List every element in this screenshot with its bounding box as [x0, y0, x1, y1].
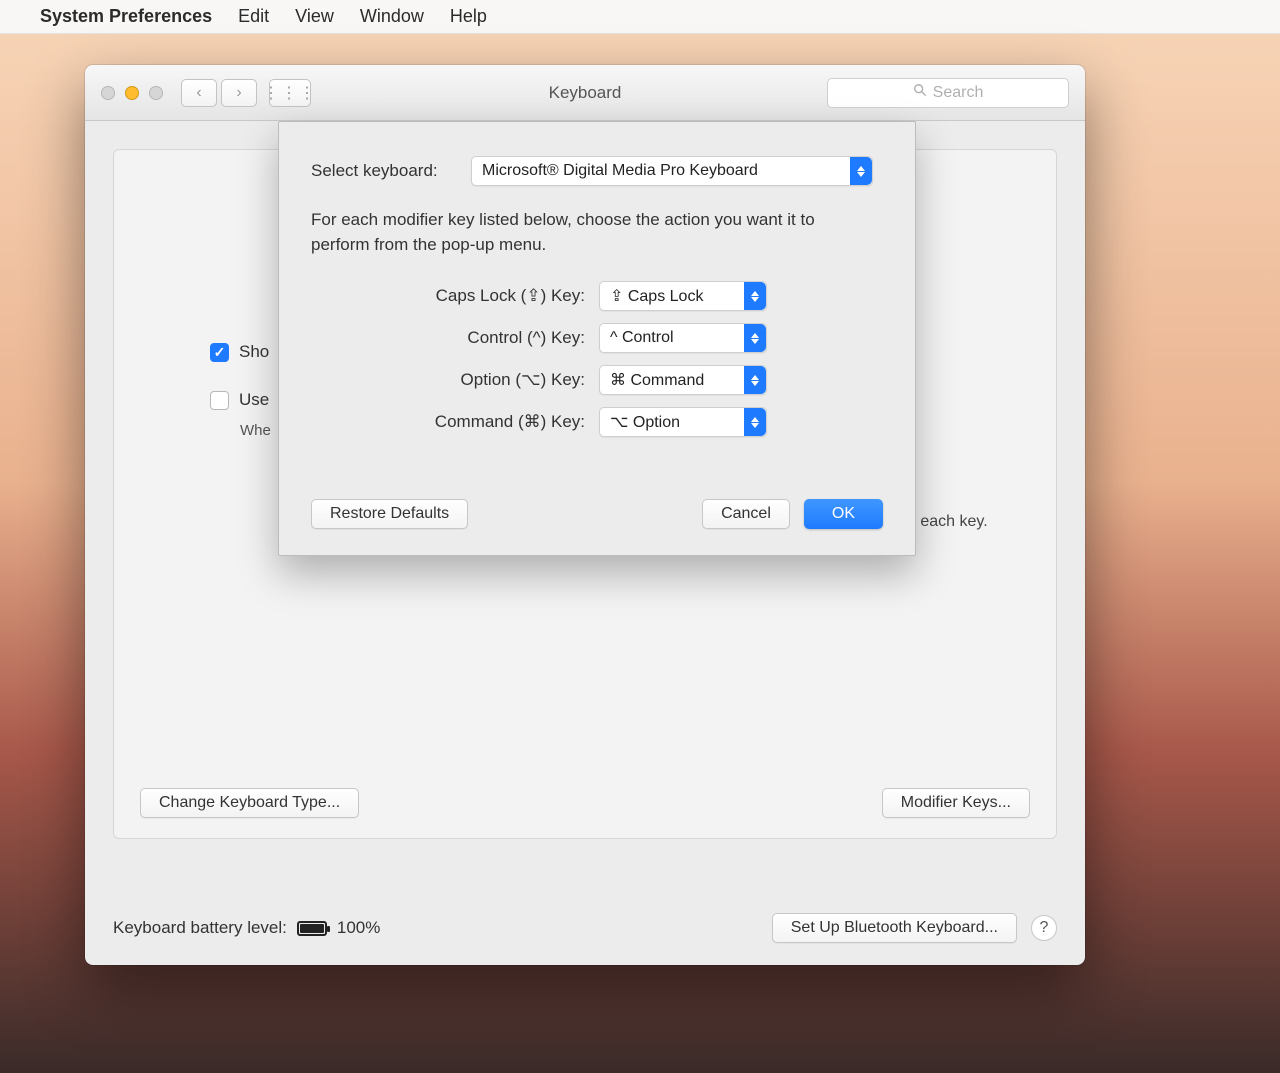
menu-window[interactable]: Window — [360, 6, 424, 27]
show-all-button[interactable]: ⋮⋮⋮ — [269, 79, 311, 107]
grid-icon: ⋮⋮⋮ — [263, 83, 317, 103]
system-menubar: System Preferences Edit View Window Help — [0, 0, 1280, 34]
popup-arrows-icon — [850, 157, 872, 185]
checkbox-1-label: Sho — [239, 342, 269, 362]
select-keyboard-popup[interactable]: Microsoft® Digital Media Pro Keyboard — [471, 156, 873, 186]
change-keyboard-type-button[interactable]: Change Keyboard Type... — [140, 788, 359, 818]
sheet-description: For each modifier key listed below, choo… — [311, 208, 851, 257]
checkbox-2-subtext: Whe — [240, 422, 271, 439]
control-label: Control (^) Key: — [311, 328, 599, 348]
restore-defaults-button[interactable]: Restore Defaults — [311, 499, 468, 529]
option-popup[interactable]: ⌘ Command — [599, 365, 767, 395]
menu-view[interactable]: View — [295, 6, 334, 27]
command-label: Command (⌘) Key: — [311, 412, 599, 432]
ok-button[interactable]: OK — [804, 499, 883, 529]
checkbox-2-label: Use — [239, 390, 269, 410]
modifier-keys-sheet: Select keyboard: Microsoft® Digital Medi… — [278, 121, 916, 556]
control-value: ^ Control — [600, 329, 706, 347]
select-keyboard-value: Microsoft® Digital Media Pro Keyboard — [472, 162, 790, 180]
option-value: ⌘ Command — [600, 370, 736, 390]
forward-button[interactable]: › — [221, 79, 257, 107]
popup-arrows-icon — [744, 324, 766, 352]
modifier-keys-button[interactable]: Modifier Keys... — [882, 788, 1030, 818]
capslock-label: Caps Lock (⇪) Key: — [311, 286, 599, 306]
capslock-value: ⇪ Caps Lock — [600, 286, 735, 306]
menu-edit[interactable]: Edit — [238, 6, 269, 27]
search-placeholder: Search — [933, 84, 984, 102]
battery-percent: 100% — [337, 918, 380, 938]
capslock-popup[interactable]: ⇪ Caps Lock — [599, 281, 767, 311]
popup-arrows-icon — [744, 366, 766, 394]
checkbox-1[interactable] — [210, 343, 229, 362]
checkbox-row-1: Sho — [210, 342, 271, 362]
popup-arrows-icon — [744, 282, 766, 310]
help-button[interactable]: ? — [1031, 915, 1057, 941]
search-field[interactable]: Search — [827, 78, 1069, 108]
command-value: ⌥ Option — [600, 412, 712, 432]
window-footer: Keyboard battery level: 100% Set Up Blue… — [113, 913, 1057, 943]
menubar-app-name[interactable]: System Preferences — [40, 6, 212, 27]
battery-label: Keyboard battery level: — [113, 918, 287, 938]
checkbox-2[interactable] — [210, 391, 229, 410]
menu-help[interactable]: Help — [450, 6, 487, 27]
close-traffic-light[interactable] — [101, 86, 115, 100]
window-titlebar: ‹ › ⋮⋮⋮ Keyboard Search — [85, 65, 1085, 121]
cancel-button[interactable]: Cancel — [702, 499, 790, 529]
chevron-right-icon: › — [236, 84, 241, 102]
minimize-traffic-light[interactable] — [125, 86, 139, 100]
traffic-lights — [101, 86, 163, 100]
checkbox-row-2: Use — [210, 390, 271, 410]
back-button[interactable]: ‹ — [181, 79, 217, 107]
control-popup[interactable]: ^ Control — [599, 323, 767, 353]
chevron-left-icon: ‹ — [196, 84, 201, 102]
select-keyboard-label: Select keyboard: — [311, 161, 471, 181]
popup-arrows-icon — [744, 408, 766, 436]
option-label: Option (⌥) Key: — [311, 370, 599, 390]
battery-icon — [297, 921, 327, 936]
search-icon — [913, 83, 927, 102]
toolbar-nav: ‹ › — [181, 79, 257, 107]
obscured-text-fragment: n each key. — [907, 513, 988, 531]
setup-bluetooth-keyboard-button[interactable]: Set Up Bluetooth Keyboard... — [772, 913, 1017, 943]
command-popup[interactable]: ⌥ Option — [599, 407, 767, 437]
zoom-traffic-light[interactable] — [149, 86, 163, 100]
